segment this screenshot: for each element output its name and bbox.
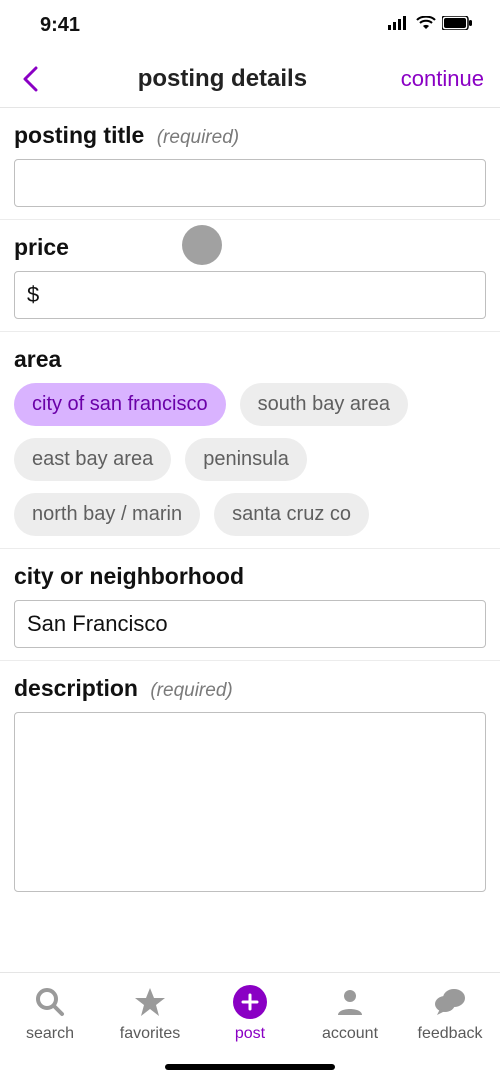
description-input[interactable] (14, 712, 486, 892)
posting-title-label: posting title (required) (14, 122, 486, 149)
area-chip-peninsula[interactable]: peninsula (185, 438, 307, 481)
tab-feedback-label: feedback (418, 1025, 483, 1043)
back-button[interactable] (16, 65, 44, 93)
home-indicator (165, 1064, 335, 1070)
wifi-icon (416, 16, 436, 35)
status-time: 9:41 (40, 14, 80, 37)
search-icon (33, 985, 67, 1019)
touch-indicator (182, 225, 222, 265)
city-input[interactable] (14, 600, 486, 648)
area-chip-southbay[interactable]: south bay area (240, 383, 408, 426)
posting-title-label-text: posting title (14, 122, 144, 148)
tab-search-label: search (26, 1025, 74, 1043)
section-city: city or neighborhood (0, 549, 500, 661)
cellular-icon (388, 16, 410, 35)
chevron-left-icon (22, 66, 38, 92)
page-title: posting details (138, 65, 307, 93)
header: posting details continue (0, 50, 500, 108)
section-posting-title: posting title (required) (0, 108, 500, 220)
price-label: price (14, 234, 486, 261)
area-chips: city of san francisco south bay area eas… (14, 383, 486, 536)
description-label: description (required) (14, 675, 486, 702)
continue-button[interactable]: continue (401, 66, 484, 92)
tab-account-label: account (322, 1025, 378, 1043)
posting-title-input[interactable] (14, 159, 486, 207)
chat-icon (433, 985, 467, 1019)
tab-search[interactable]: search (0, 973, 100, 1080)
area-chip-santacruz[interactable]: santa cruz co (214, 493, 369, 536)
description-hint: (required) (150, 680, 232, 701)
star-icon (133, 985, 167, 1019)
area-chip-eastbay[interactable]: east bay area (14, 438, 171, 481)
content: posting title (required) price area city… (0, 108, 500, 972)
section-area: area city of san francisco south bay are… (0, 332, 500, 549)
status-icons (388, 16, 472, 35)
tab-bar: search favorites post account feedback (0, 972, 500, 1080)
price-input[interactable] (14, 271, 486, 319)
person-icon (333, 985, 367, 1019)
section-description: description (required) (0, 661, 500, 909)
area-chip-northbay[interactable]: north bay / marin (14, 493, 200, 536)
tab-feedback[interactable]: feedback (400, 973, 500, 1080)
tab-favorites-label: favorites (120, 1025, 180, 1043)
section-price: price (0, 220, 500, 332)
area-label: area (14, 346, 486, 373)
status-bar: 9:41 (0, 0, 500, 50)
area-chip-sf[interactable]: city of san francisco (14, 383, 226, 426)
description-label-text: description (14, 675, 138, 701)
posting-title-hint: (required) (157, 127, 239, 148)
plus-circle-icon (233, 985, 267, 1019)
battery-icon (442, 16, 472, 35)
tab-post-label: post (235, 1025, 265, 1043)
city-label: city or neighborhood (14, 563, 486, 590)
